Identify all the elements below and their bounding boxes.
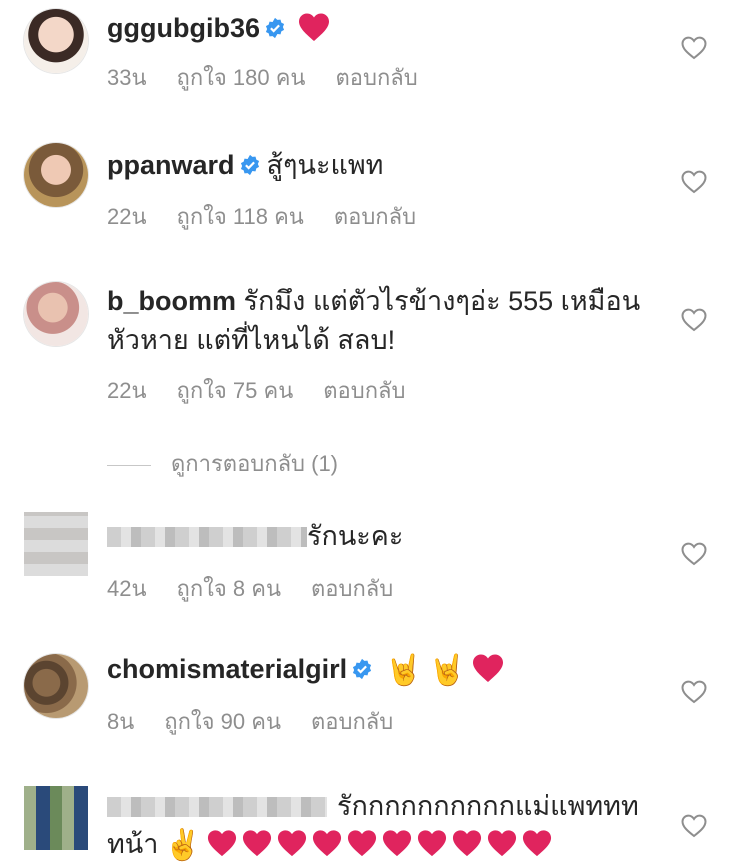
heart-emoji-icon (522, 830, 551, 857)
heart-emoji-icon (207, 830, 236, 857)
comment-text: สู้ๆนะแพท (266, 150, 384, 180)
verified-badge-icon (240, 154, 259, 176)
username[interactable]: gggubgib36 (107, 13, 260, 43)
sign-of-horns-emoji-icon: 🤘 (428, 654, 466, 687)
comment-time: 22น (107, 204, 147, 229)
verified-badge-icon (353, 658, 372, 680)
like-heart-icon[interactable] (681, 308, 707, 332)
avatar[interactable] (24, 786, 88, 850)
heart-emoji-icon (242, 830, 271, 857)
heart-emoji-icon (277, 830, 306, 857)
heart-emoji-icon (382, 830, 411, 857)
verified-badge-icon (265, 17, 285, 39)
like-count[interactable]: ถูกใจ 90 คน (164, 709, 281, 734)
comment-text-line1: รักกกกกกกกกกแม่แพททท (337, 791, 639, 821)
comment-time: 42น (107, 576, 147, 601)
reply-button[interactable]: ตอบกลับ (335, 65, 417, 90)
view-replies-link[interactable]: ดูการตอบกลับ (1) (107, 446, 338, 481)
comment-time: 8น (107, 709, 135, 734)
like-count[interactable]: ถูกใจ 118 คน (177, 204, 304, 229)
sign-of-horns-emoji-icon: 🤘 (385, 654, 423, 687)
heart-emoji-icon (347, 830, 376, 857)
heart-emoji-icon (417, 830, 446, 857)
heart-emoji-icon (312, 830, 341, 857)
avatar[interactable] (24, 282, 88, 346)
reply-button[interactable]: ตอบกลับ (311, 576, 393, 601)
avatar[interactable] (24, 9, 88, 73)
username[interactable]: ppanward (107, 150, 235, 180)
comment-text-line2: ทน้า (107, 829, 159, 859)
username[interactable]: chomismaterialgirl (107, 654, 347, 684)
like-count[interactable]: ถูกใจ 8 คน (177, 576, 282, 601)
censored-username (107, 527, 307, 547)
like-heart-icon[interactable] (681, 170, 707, 194)
heart-emoji-icon (298, 13, 329, 41)
heart-emoji-icon (487, 830, 516, 857)
like-heart-icon[interactable] (681, 542, 707, 566)
avatar[interactable] (24, 143, 88, 207)
avatar[interactable] (24, 654, 88, 718)
reply-button[interactable]: ตอบกลับ (311, 709, 393, 734)
reply-button[interactable]: ตอบกลับ (323, 378, 405, 403)
comment-time: 33น (107, 65, 147, 90)
like-heart-icon[interactable] (681, 814, 707, 838)
comment-text: รักนะคะ (307, 521, 404, 551)
comment-time: 22น (107, 378, 147, 403)
victory-hand-emoji-icon: ✌️ (164, 829, 202, 862)
censored-username (107, 797, 327, 817)
like-count[interactable]: ถูกใจ 180 คน (177, 65, 306, 90)
heart-emoji-icon (472, 654, 503, 682)
like-count[interactable]: ถูกใจ 75 คน (177, 378, 294, 403)
like-heart-icon[interactable] (681, 680, 707, 704)
username[interactable]: b_boomm (107, 286, 236, 316)
reply-button[interactable]: ตอบกลับ (334, 204, 416, 229)
view-replies-label: ดูการตอบกลับ (1) (171, 451, 339, 476)
comment-text-line1: รักมึง แต่ตัวไรข้างๆอ่ะ 555 เหมือน (243, 286, 641, 316)
heart-emoji-icon (452, 830, 481, 857)
like-heart-icon[interactable] (681, 36, 707, 60)
avatar[interactable] (24, 512, 88, 576)
comment-text-line2: หัวหาย แต่ที่ไหนได้ สลบ! (107, 325, 396, 355)
divider (107, 464, 151, 466)
